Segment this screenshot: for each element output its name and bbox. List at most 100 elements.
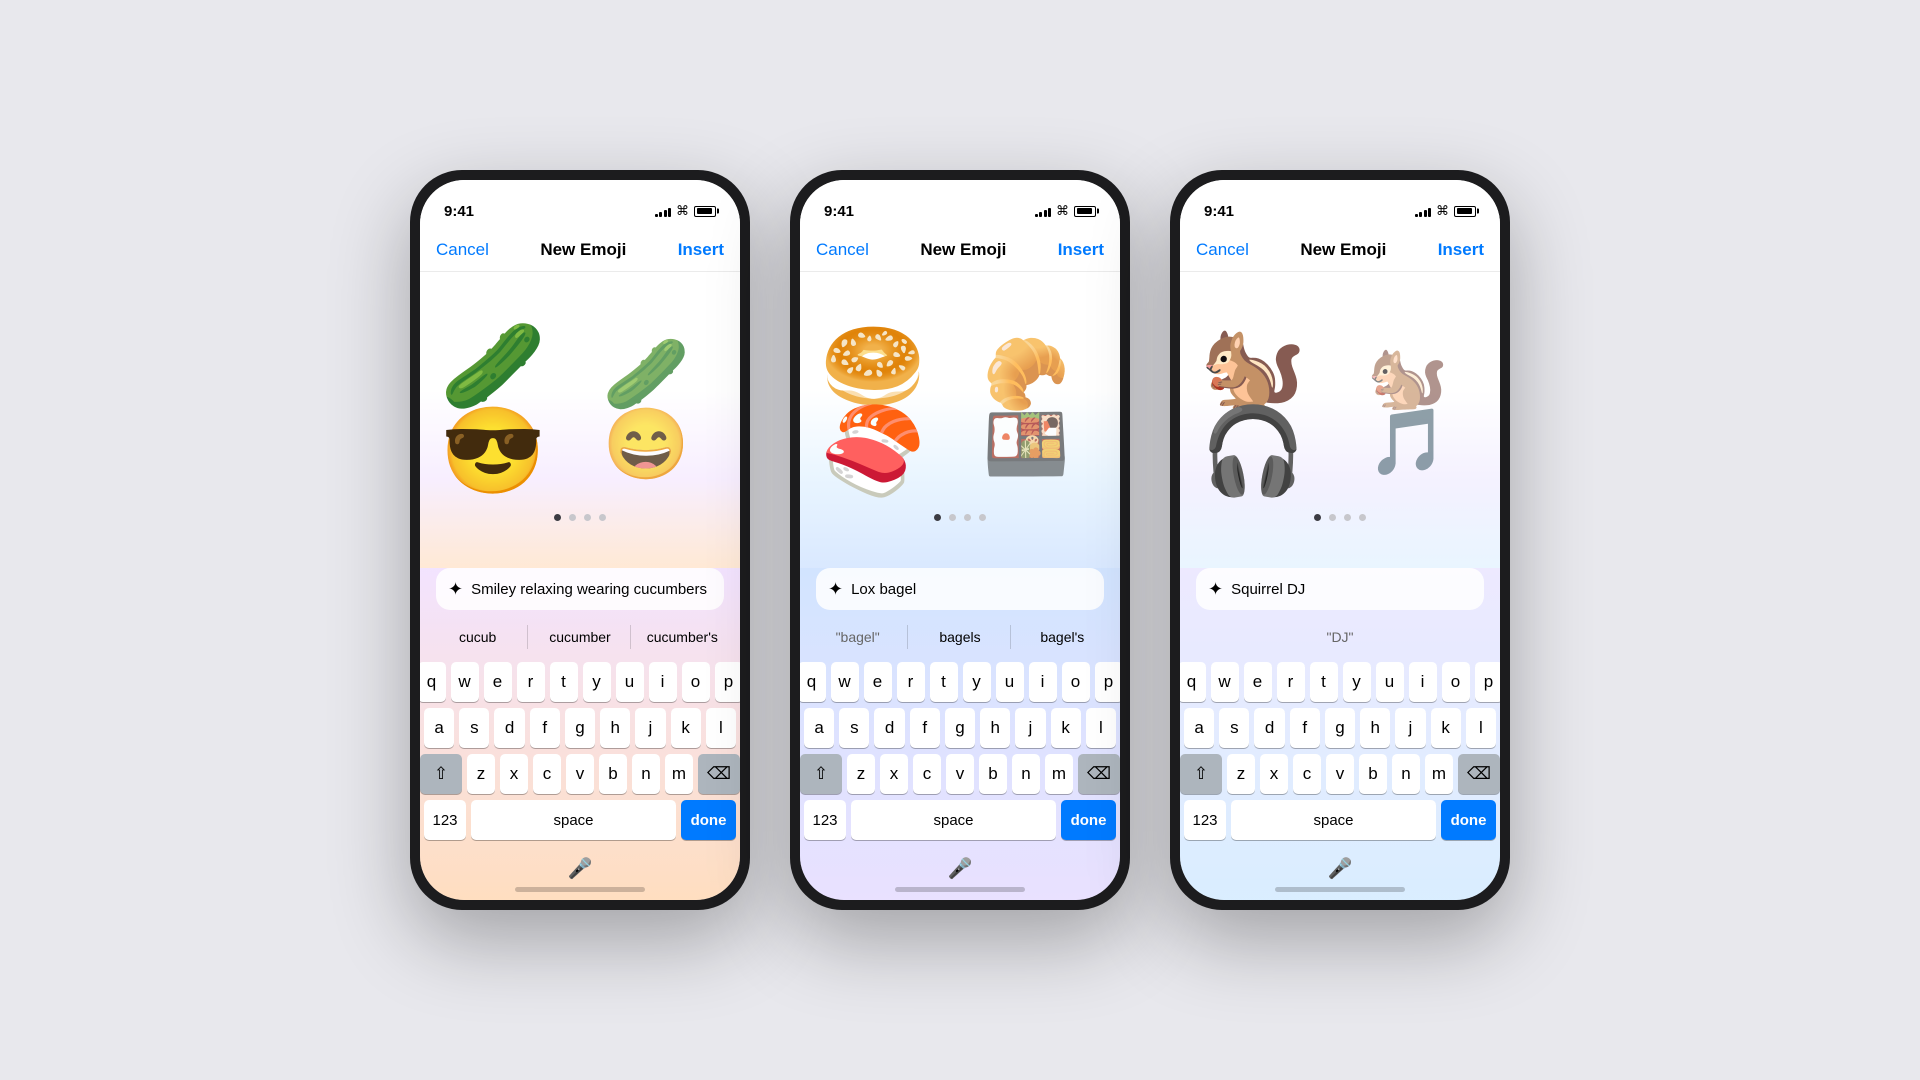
key-p-2[interactable]: p <box>1095 662 1121 702</box>
key-f-1[interactable]: f <box>530 708 560 748</box>
done-key-1[interactable]: done <box>681 800 736 840</box>
done-key-2[interactable]: done <box>1061 800 1116 840</box>
key-t-1[interactable]: t <box>550 662 578 702</box>
shift-key-2[interactable]: ⇧ <box>800 754 842 794</box>
key-u-2[interactable]: u <box>996 662 1024 702</box>
key-z-3[interactable]: z <box>1227 754 1255 794</box>
key-l-3[interactable]: l <box>1466 708 1496 748</box>
key-g-2[interactable]: g <box>945 708 975 748</box>
key-h-3[interactable]: h <box>1360 708 1390 748</box>
emoji-main-1[interactable]: 🥒😎 <box>440 324 583 494</box>
delete-key-3[interactable]: ⌫ <box>1458 754 1500 794</box>
emoji-main-3[interactable]: 🐿️🎧 <box>1200 324 1347 494</box>
space-key-3[interactable]: space <box>1231 800 1436 840</box>
key-v-1[interactable]: v <box>566 754 594 794</box>
key-u-3[interactable]: u <box>1376 662 1404 702</box>
key-e-1[interactable]: e <box>484 662 512 702</box>
autocomplete-item-1-1[interactable]: cucumber <box>530 625 630 649</box>
key-t-3[interactable]: t <box>1310 662 1338 702</box>
key-s-3[interactable]: s <box>1219 708 1249 748</box>
autocomplete-item-1-2[interactable]: cucumber's <box>633 625 732 649</box>
key-t-2[interactable]: t <box>930 662 958 702</box>
emoji-secondary-1[interactable]: 🥒😄 <box>603 339 720 479</box>
space-key-2[interactable]: space <box>851 800 1056 840</box>
cancel-button-2[interactable]: Cancel <box>816 240 869 260</box>
key-k-2[interactable]: k <box>1051 708 1081 748</box>
key-o-3[interactable]: o <box>1442 662 1470 702</box>
delete-key-2[interactable]: ⌫ <box>1078 754 1120 794</box>
key-k-1[interactable]: k <box>671 708 701 748</box>
shift-key-3[interactable]: ⇧ <box>1180 754 1222 794</box>
key-x-3[interactable]: x <box>1260 754 1288 794</box>
key-i-3[interactable]: i <box>1409 662 1437 702</box>
shift-key-1[interactable]: ⇧ <box>420 754 462 794</box>
emoji-main-2[interactable]: 🥯🍣 <box>820 324 963 494</box>
key-q-3[interactable]: q <box>1180 662 1206 702</box>
autocomplete-item-1-0[interactable]: cucub <box>428 625 528 649</box>
key-y-3[interactable]: y <box>1343 662 1371 702</box>
key-e-2[interactable]: e <box>864 662 892 702</box>
key-b-2[interactable]: b <box>979 754 1007 794</box>
key-z-2[interactable]: z <box>847 754 875 794</box>
autocomplete-item-2-1[interactable]: bagels <box>910 625 1010 649</box>
key-r-3[interactable]: r <box>1277 662 1305 702</box>
key-m-1[interactable]: m <box>665 754 693 794</box>
key-l-2[interactable]: l <box>1086 708 1116 748</box>
key-h-1[interactable]: h <box>600 708 630 748</box>
key-e-3[interactable]: e <box>1244 662 1272 702</box>
key-z-1[interactable]: z <box>467 754 495 794</box>
key-o-2[interactable]: o <box>1062 662 1090 702</box>
key-b-3[interactable]: b <box>1359 754 1387 794</box>
key-v-3[interactable]: v <box>1326 754 1354 794</box>
key-r-2[interactable]: r <box>897 662 925 702</box>
key-c-2[interactable]: c <box>913 754 941 794</box>
insert-button-1[interactable]: Insert <box>678 240 724 260</box>
key-n-1[interactable]: n <box>632 754 660 794</box>
key-m-3[interactable]: m <box>1425 754 1453 794</box>
key-y-2[interactable]: y <box>963 662 991 702</box>
key-h-2[interactable]: h <box>980 708 1010 748</box>
input-field-1[interactable]: ✦ Smiley relaxing wearing cucumbers <box>436 568 724 610</box>
key-c-1[interactable]: c <box>533 754 561 794</box>
key-q-1[interactable]: q <box>420 662 446 702</box>
key-y-1[interactable]: y <box>583 662 611 702</box>
key-d-1[interactable]: d <box>494 708 524 748</box>
key-a-2[interactable]: a <box>804 708 834 748</box>
key-w-1[interactable]: w <box>451 662 479 702</box>
mic-icon-2[interactable]: 🎤 <box>948 856 973 881</box>
key-i-1[interactable]: i <box>649 662 677 702</box>
key-k-3[interactable]: k <box>1431 708 1461 748</box>
key-f-3[interactable]: f <box>1290 708 1320 748</box>
insert-button-2[interactable]: Insert <box>1058 240 1104 260</box>
key-n-3[interactable]: n <box>1392 754 1420 794</box>
autocomplete-item-2-2[interactable]: bagel's <box>1013 625 1112 649</box>
num-key-3[interactable]: 123 <box>1184 800 1226 840</box>
key-c-3[interactable]: c <box>1293 754 1321 794</box>
key-a-3[interactable]: a <box>1184 708 1214 748</box>
key-j-3[interactable]: j <box>1395 708 1425 748</box>
input-field-3[interactable]: ✦ Squirrel DJ <box>1196 568 1484 610</box>
key-b-1[interactable]: b <box>599 754 627 794</box>
key-f-2[interactable]: f <box>910 708 940 748</box>
cancel-button-3[interactable]: Cancel <box>1196 240 1249 260</box>
key-l-1[interactable]: l <box>706 708 736 748</box>
delete-key-1[interactable]: ⌫ <box>698 754 740 794</box>
key-x-1[interactable]: x <box>500 754 528 794</box>
key-w-2[interactable]: w <box>831 662 859 702</box>
space-key-1[interactable]: space <box>471 800 676 840</box>
key-a-1[interactable]: a <box>424 708 454 748</box>
key-d-2[interactable]: d <box>874 708 904 748</box>
key-s-1[interactable]: s <box>459 708 489 748</box>
key-q-2[interactable]: q <box>800 662 826 702</box>
key-n-2[interactable]: n <box>1012 754 1040 794</box>
key-g-3[interactable]: g <box>1325 708 1355 748</box>
key-u-1[interactable]: u <box>616 662 644 702</box>
autocomplete-item-3-0[interactable]: "DJ" <box>1188 625 1492 649</box>
emoji-secondary-2[interactable]: 🥐🍱 <box>983 339 1100 479</box>
key-i-2[interactable]: i <box>1029 662 1057 702</box>
key-p-1[interactable]: p <box>715 662 741 702</box>
key-s-2[interactable]: s <box>839 708 869 748</box>
key-w-3[interactable]: w <box>1211 662 1239 702</box>
num-key-2[interactable]: 123 <box>804 800 846 840</box>
key-r-1[interactable]: r <box>517 662 545 702</box>
